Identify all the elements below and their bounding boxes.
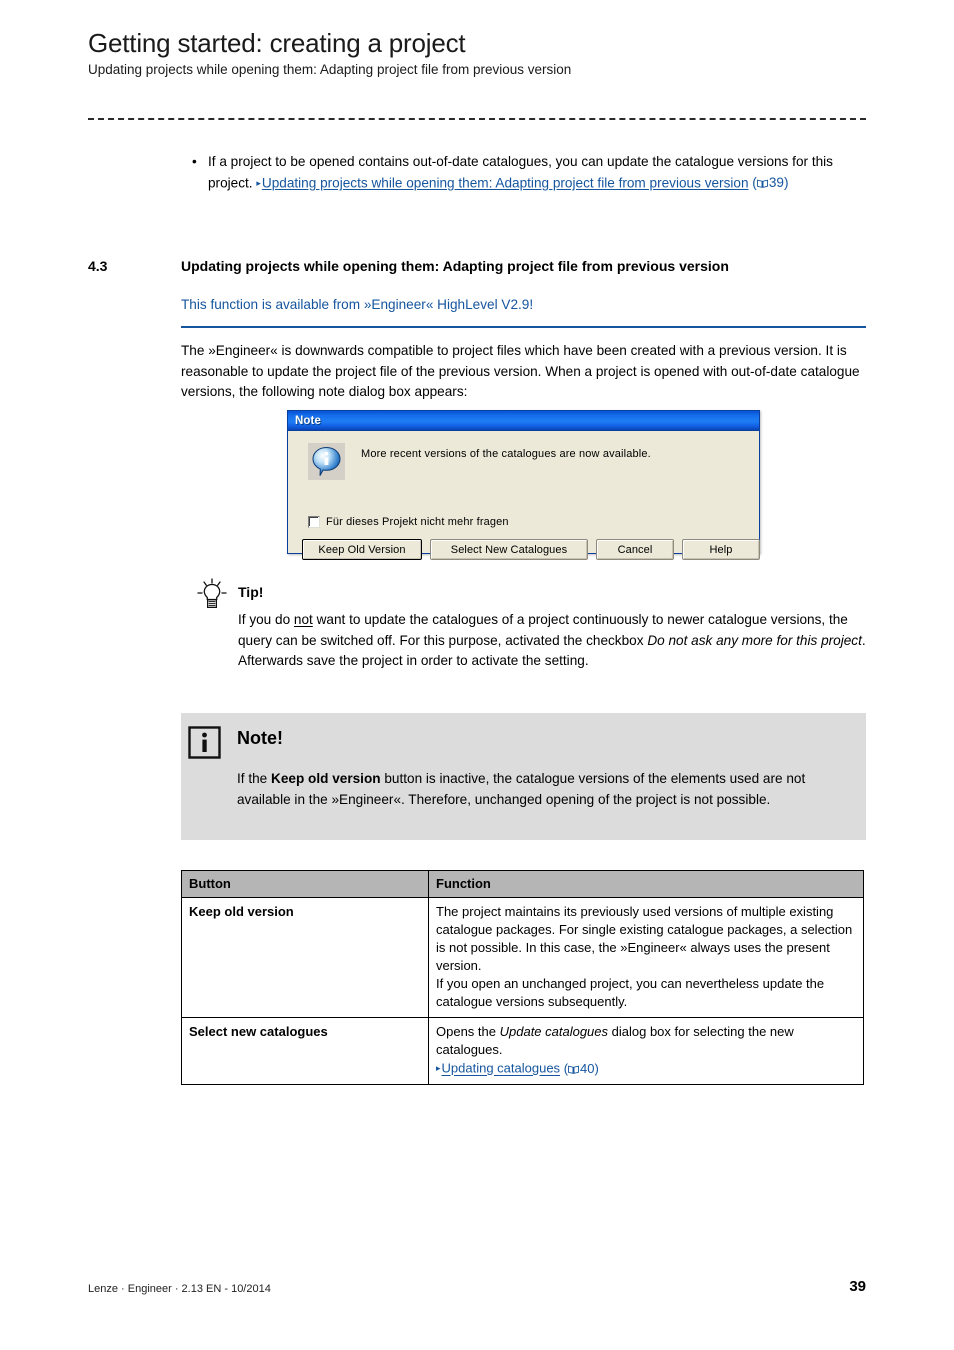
lightbulb-icon — [195, 578, 229, 610]
tip-title: Tip! — [238, 584, 264, 600]
section-number: 4.3 — [88, 258, 108, 274]
note-body: If the Keep old version button is inacti… — [237, 769, 847, 810]
book-icon — [756, 179, 768, 188]
page-subtitle: Updating projects while opening them: Ad… — [88, 62, 572, 77]
table-cell-button-name: Select new catalogues — [181, 1017, 429, 1085]
footer-page-number-wrap: 39 — [0, 1278, 866, 1295]
document-page: Getting started: creating a project Upda… — [0, 0, 954, 1350]
tip-emphasis-not: not — [293, 612, 313, 627]
table-cell-function: The project maintains its previously use… — [428, 897, 864, 1018]
note-title: Note! — [237, 728, 283, 748]
dialog-body: More recent versions of the catalogues a… — [288, 431, 760, 560]
table-header-row: Button Function — [181, 870, 864, 898]
function-description: Opens the Update catalogues dialog box f… — [436, 1023, 856, 1059]
dialog-message: More recent versions of the catalogues a… — [361, 448, 651, 460]
tip-body: If you do not want to update the catalog… — [238, 610, 868, 672]
header-dashed-divider — [88, 118, 866, 120]
keep-old-version-button[interactable]: Keep Old Version — [302, 539, 422, 560]
section-title: Updating projects while opening them: Ad… — [181, 258, 729, 274]
function-paragraph-2: If you open an unchanged project, you ca… — [436, 976, 825, 1009]
body-paragraph: The »Engineer« is downwards compatible t… — [181, 343, 860, 399]
cross-reference-link[interactable]: Updating projects while opening them: Ad… — [262, 175, 749, 190]
note-callout-box: Note! If the Keep old version button is … — [181, 713, 866, 840]
table-cell-function: Opens the Update catalogues dialog box f… — [428, 1017, 864, 1085]
function-dialog-name: Update catalogues — [499, 1024, 609, 1039]
function-text-before: Opens the — [436, 1024, 500, 1039]
table-row: Keep old version The project maintains i… — [181, 897, 864, 1018]
page-reference-number: 40 — [580, 1060, 595, 1076]
note-dialog-window: Note More recent versions of the catalog… — [287, 410, 760, 560]
function-link-row: ▸Updating catalogues (40) — [436, 1059, 856, 1078]
note-bold-button-name: Keep old version — [271, 771, 381, 786]
availability-note: This function is available from »Enginee… — [181, 297, 534, 312]
dialog-titlebar: Note — [288, 411, 759, 431]
info-square-icon — [188, 726, 221, 759]
page-title: Getting started: creating a project — [88, 28, 466, 58]
function-paragraph-1: The project maintains its previously use… — [436, 904, 853, 973]
tip-text-a: If you do — [238, 612, 294, 627]
footer-page-number: 39 — [849, 1278, 866, 1295]
note-text-a: If the — [237, 771, 272, 786]
select-new-catalogues-button[interactable]: Select New Catalogues — [430, 539, 588, 560]
table-header-function: Function — [428, 870, 864, 898]
book-icon — [568, 1065, 579, 1074]
do-not-ask-checkbox[interactable] — [308, 516, 320, 528]
do-not-ask-checkbox-label: Für dieses Projekt nicht mehr fragen — [326, 516, 509, 528]
list-item: • If a project to be opened contains out-… — [190, 152, 870, 194]
table-cell-button-name: Keep old version — [181, 897, 429, 1018]
help-button[interactable]: Help — [682, 539, 760, 560]
table-row: Select new catalogues Opens the Update c… — [181, 1017, 864, 1085]
dialog-checkbox-row[interactable]: Für dieses Projekt nicht mehr fragen — [308, 516, 509, 528]
tip-checkbox-name: Do not ask any more for this project — [647, 632, 862, 648]
cancel-button[interactable]: Cancel — [596, 539, 674, 560]
dialog-title: Note — [295, 414, 321, 427]
page-reference: (39) — [752, 175, 789, 190]
page-reference: (40) — [563, 1060, 599, 1076]
button-function-table: Button Function Keep old version The pro… — [181, 870, 864, 1085]
table-header-button: Button — [181, 870, 429, 898]
page-reference-number: 39 — [768, 175, 784, 190]
section-accent-rule — [181, 326, 866, 328]
dialog-button-row: Keep Old Version Select New Catalogues C… — [302, 539, 760, 560]
updating-catalogues-link[interactable]: Updating catalogues — [442, 1061, 561, 1076]
info-icon — [308, 443, 345, 480]
bullet-dot-icon: • — [192, 154, 197, 169]
intro-bullet-list: • If a project to be opened contains out-… — [190, 152, 870, 194]
